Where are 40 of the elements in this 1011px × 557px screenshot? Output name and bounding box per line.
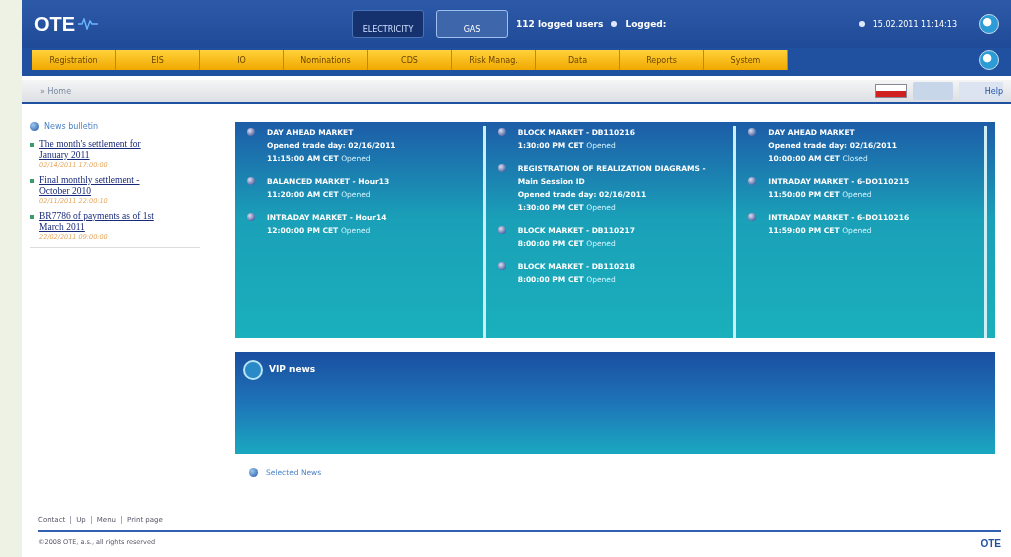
bullet-icon bbox=[247, 128, 255, 136]
news-link[interactable]: The month's settlement for January 2011 bbox=[39, 139, 164, 161]
logo: OTE bbox=[34, 12, 344, 36]
bullet-icon bbox=[858, 21, 865, 27]
bullet-icon bbox=[748, 213, 757, 221]
bullet-icon bbox=[497, 128, 506, 136]
bullet-icon bbox=[247, 213, 255, 221]
date-time: 15.02.2011 11:14:13 bbox=[872, 19, 957, 29]
panel-title: VIP news bbox=[269, 364, 316, 374]
commodity-tab[interactable]: ELECTRICITY bbox=[352, 10, 424, 38]
bullet-icon bbox=[748, 177, 757, 185]
logged-label: Logged: bbox=[625, 19, 667, 29]
nav-button[interactable]: Nominations bbox=[284, 50, 368, 70]
bullet-icon bbox=[611, 21, 618, 27]
logo: OTE bbox=[980, 538, 1001, 549]
flag-icon[interactable] bbox=[875, 84, 907, 98]
nav-button[interactable]: Data bbox=[536, 50, 620, 70]
nav-button[interactable]: Reports bbox=[620, 50, 704, 70]
section-title: News bulletin bbox=[44, 122, 99, 131]
nav-button[interactable]: CDS bbox=[368, 50, 452, 70]
breadcrumb-link[interactable]: » Home bbox=[40, 86, 72, 96]
bullet-icon bbox=[497, 226, 506, 234]
nav-button[interactable]: Registration bbox=[32, 50, 116, 70]
nav-button[interactable]: Risk Manag. bbox=[452, 50, 536, 70]
nav-button[interactable]: IO bbox=[200, 50, 284, 70]
bullet-icon bbox=[247, 177, 255, 185]
news-link[interactable]: BR7786 of payments as of 1st March 2011 bbox=[39, 211, 164, 233]
news-link[interactable]: Final monthly settlement - October 2010 bbox=[39, 175, 164, 197]
wave-icon bbox=[78, 18, 99, 30]
bullet-icon bbox=[748, 128, 757, 136]
bullet-icon bbox=[30, 143, 34, 147]
commodity-tab[interactable]: GAS bbox=[436, 10, 508, 38]
bullet-icon bbox=[30, 179, 34, 183]
nav-button[interactable]: EIS bbox=[116, 50, 200, 70]
bullet-icon bbox=[30, 215, 34, 219]
bullet-icon bbox=[497, 164, 506, 172]
logged-users: 112 logged users bbox=[516, 19, 604, 29]
nav-button[interactable]: System bbox=[704, 50, 788, 70]
bullet-icon bbox=[497, 262, 506, 270]
help-link[interactable]: Help bbox=[959, 82, 1003, 100]
